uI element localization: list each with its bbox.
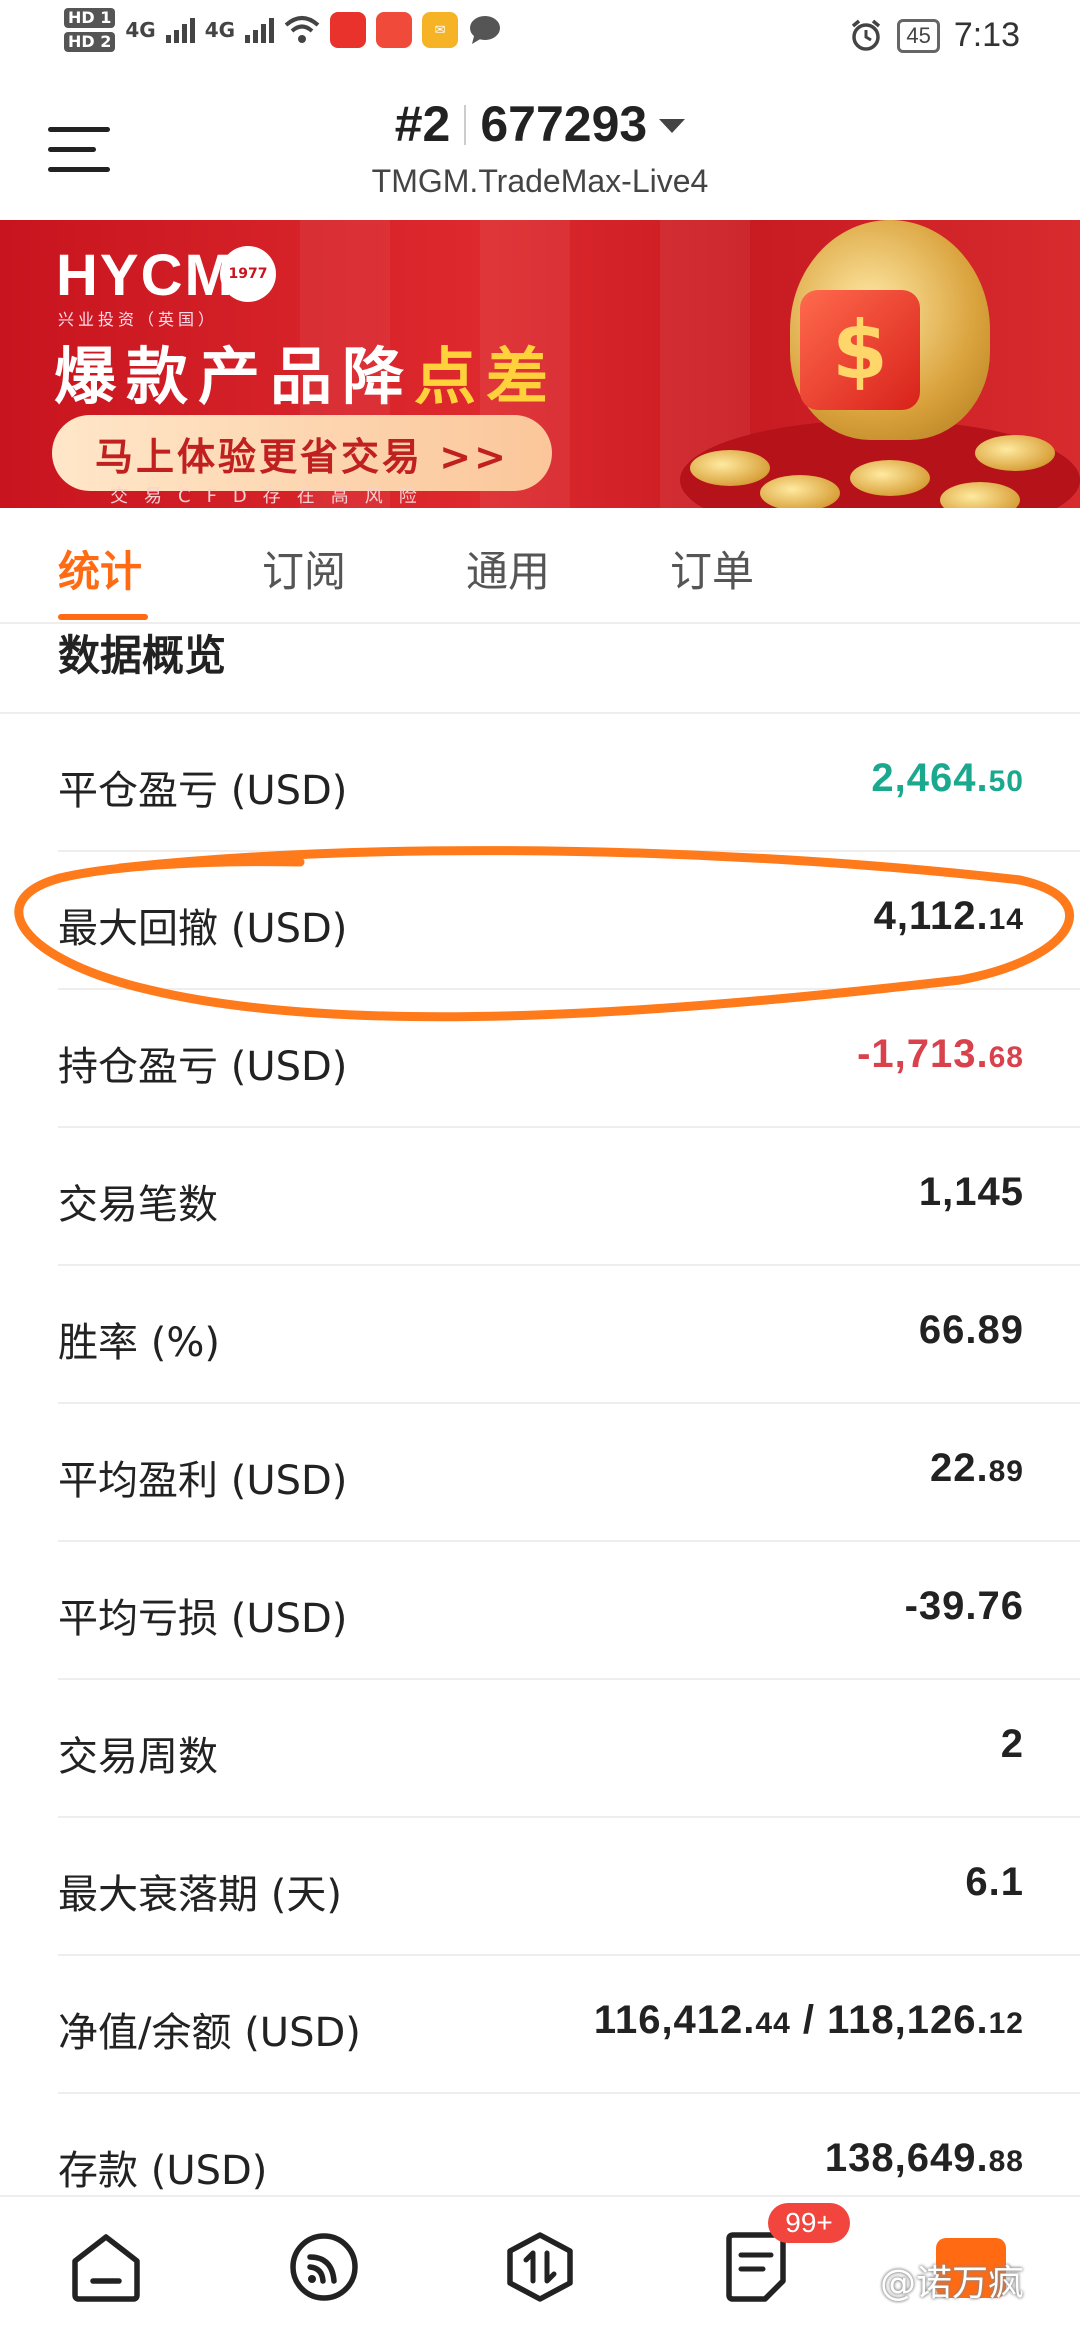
net1-label: 4G <box>125 18 156 42</box>
account-index: #2 <box>394 96 451 152</box>
tab-orders[interactable]: 订单 <box>670 538 754 599</box>
stat-value: 116,412.44 / 118,126.12 <box>593 1998 1024 2042</box>
banner-logo: HYCM <box>56 243 235 308</box>
stat-row-open-pnl: 持仓盈亏 (USD) -1,713.68 <box>58 990 1080 1128</box>
stat-value: -39.76 <box>904 1584 1024 1628</box>
home-icon <box>72 2234 140 2302</box>
sina-app-icon <box>330 12 367 48</box>
trade-icon <box>507 2232 573 2302</box>
wifi-icon <box>284 16 320 43</box>
nav-signals[interactable] <box>284 2227 364 2307</box>
stat-label: 存款 (USD) <box>58 2148 268 2194</box>
stat-row-win-rate: 胜率 (%) 66.89 <box>58 1266 1080 1404</box>
coin-icon <box>850 460 930 496</box>
stat-value: 2,464.50 <box>871 756 1024 800</box>
stat-row-avg-loss: 平均亏损 (USD) -39.76 <box>58 1542 1080 1680</box>
banner-cta-button[interactable]: 马上体验更省交易 >> <box>52 415 552 491</box>
sim-indicator: HD 1 HD 2 <box>64 8 116 52</box>
status-bar: HD 1 HD 2 4G 4G ✉ 45 7:13 <box>0 0 1080 75</box>
stat-row-max-drawdown: 最大回撤 (USD) 4,112.14 <box>58 852 1080 990</box>
account-selector[interactable]: #2 677293 <box>0 95 1080 153</box>
tab-statistics[interactable]: 统计 <box>58 538 142 599</box>
stat-row-equity-balance: 净值/余额 (USD) 116,412.44 / 118,126.12 <box>58 1956 1080 2094</box>
chat-icon <box>470 16 501 44</box>
stat-value: -1,713.68 <box>857 1032 1024 1076</box>
stat-label: 平均盈利 (USD) <box>58 1458 348 1504</box>
alarm-icon <box>852 19 881 51</box>
nav-trade[interactable] <box>500 2227 580 2307</box>
stat-value: 2 <box>1000 1722 1024 1766</box>
stat-value: 66.89 <box>918 1308 1024 1352</box>
stat-label: 交易周数 <box>58 1734 218 1780</box>
signal-strength-icon <box>165 17 195 43</box>
sim1-label: HD 1 <box>64 8 116 28</box>
section-title: 数据概览 <box>58 631 227 680</box>
notification-badge: 99+ <box>768 2203 850 2243</box>
stat-row-avg-profit: 平均盈利 (USD) 22.89 <box>58 1404 1080 1542</box>
stat-value: 4,112.14 <box>873 894 1024 938</box>
stat-label: 交易笔数 <box>58 1182 218 1228</box>
stat-label: 净值/余额 (USD) <box>58 2010 361 2056</box>
stat-value: 138,649.88 <box>824 2136 1024 2180</box>
stat-row-max-decline-period: 最大衰落期 (天) 6.1 <box>58 1818 1080 1956</box>
sim2-label: HD 2 <box>64 32 116 52</box>
stat-value: 1,145 <box>918 1170 1024 1214</box>
mail-app-icon: ✉ <box>422 12 459 48</box>
tab-general[interactable]: 通用 <box>466 538 550 599</box>
stat-value: 22.89 <box>930 1446 1024 1490</box>
stat-label: 持仓盈亏 (USD) <box>58 1044 348 1090</box>
stats-list: 平仓盈亏 (USD) 2,464.50 最大回撤 (USD) 4,112.14 … <box>0 714 1080 2232</box>
banner-headline-plain: 爆款产品降 <box>54 340 415 413</box>
tab-subscribe[interactable]: 订阅 <box>262 538 346 599</box>
battery-indicator: 45 <box>897 18 940 53</box>
server-name: TMGM.TradeMax-Live4 <box>371 163 709 199</box>
stat-label: 最大回撤 (USD) <box>58 906 348 952</box>
stat-row-closed-pnl: 平仓盈亏 (USD) 2,464.50 <box>58 714 1080 852</box>
nav-home[interactable] <box>66 2227 146 2307</box>
coin-icon <box>975 435 1055 471</box>
coin-icon <box>690 450 770 486</box>
stat-label: 胜率 (%) <box>58 1320 220 1366</box>
weibo-app-icon <box>376 12 413 48</box>
stat-value: 6.1 <box>965 1860 1024 1904</box>
notes-icon <box>726 2232 786 2302</box>
stat-label: 平仓盈亏 (USD) <box>58 768 348 814</box>
coin-icon <box>760 475 840 508</box>
banner-risk-notice: 交易CFD存在高风险 <box>110 486 433 507</box>
app-header: #2 677293 TMGM.TradeMax-Live4 <box>0 75 1080 220</box>
tab-bar: 统计 订阅 通用 订单 <box>0 508 1080 624</box>
banner-headline-highlight: 点差 <box>414 340 559 413</box>
stat-label: 最大衰落期 (天) <box>58 1872 342 1918</box>
signal-icon <box>290 2233 358 2301</box>
net2-label: 4G <box>204 18 236 42</box>
active-tab-indicator <box>58 614 148 620</box>
stat-row-trade-count: 交易笔数 1,145 <box>58 1128 1080 1266</box>
chevron-down-icon <box>659 119 686 133</box>
signal-strength-icon-2 <box>245 17 275 43</box>
clock: 7:13 <box>953 16 1020 54</box>
banner-headline: 爆款产品降点差 <box>54 326 558 416</box>
account-number: 677293 <box>480 96 648 152</box>
watermark: @诺万疯 <box>880 2263 1025 2304</box>
stat-row-trade-weeks: 交易周数 2 <box>58 1680 1080 1818</box>
banner-seal: 1977 <box>220 246 276 302</box>
promo-banner[interactable]: HYCM 1977 兴业投资（英国） 爆款产品降点差 马上体验更省交易 >> 交… <box>0 220 1080 508</box>
dollar-coin-icon: $ <box>800 290 920 410</box>
stat-label: 平均亏损 (USD) <box>58 1596 348 1642</box>
